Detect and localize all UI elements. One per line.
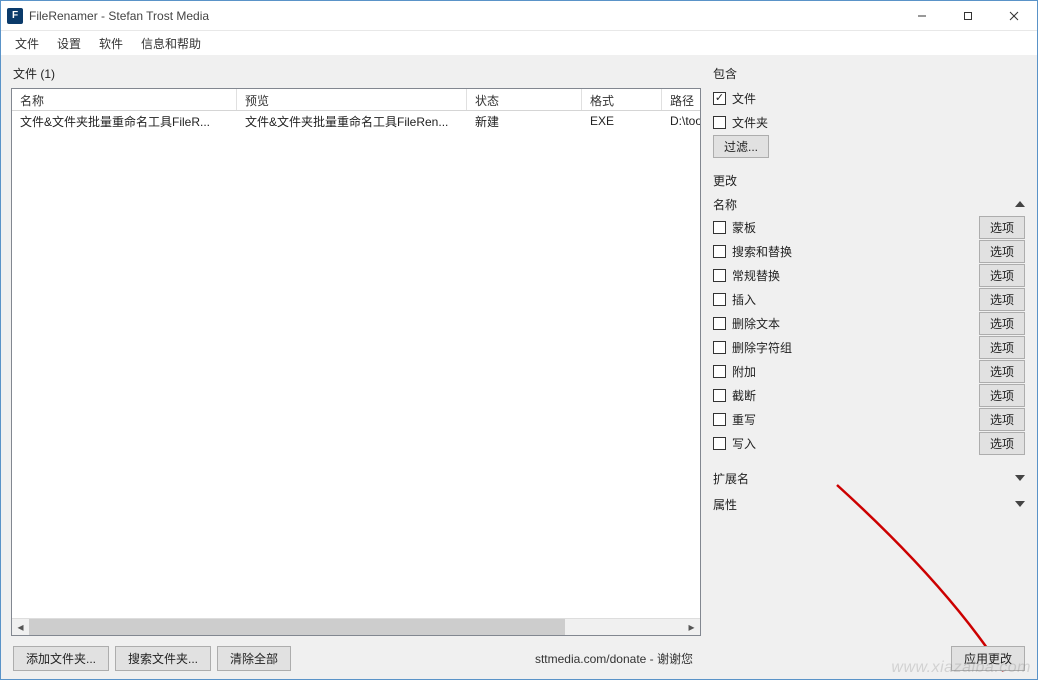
clear-all-button[interactable]: 清除全部	[217, 646, 291, 671]
caret-down-icon	[1015, 475, 1025, 481]
change-item-label: 重写	[732, 411, 756, 428]
ext-section-row[interactable]: 扩展名	[713, 467, 1025, 489]
cell-name: 文件&文件夹批量重命名工具FileR...	[12, 111, 237, 132]
include-folders-row: 文件夹	[713, 110, 1025, 134]
apply-changes-button[interactable]: 应用更改	[951, 646, 1025, 671]
minimize-button[interactable]	[899, 1, 945, 30]
change-item-checkbox[interactable]	[713, 365, 726, 378]
change-item-label: 附加	[732, 363, 756, 380]
add-folder-button[interactable]: 添加文件夹...	[13, 646, 109, 671]
change-item-row: 写入 选项	[713, 431, 1025, 455]
app-icon: F	[7, 8, 23, 24]
change-item-row: 插入 选项	[713, 287, 1025, 311]
scroll-right-icon[interactable]: ▸	[683, 619, 700, 636]
scroll-left-icon[interactable]: ◂	[12, 619, 29, 636]
change-item-option-button[interactable]: 选项	[979, 264, 1025, 287]
menu-software[interactable]: 软件	[91, 33, 131, 54]
include-files-label: 文件	[732, 90, 756, 107]
filter-button[interactable]: 过滤...	[713, 135, 769, 158]
cell-status: 新建	[467, 111, 582, 132]
change-item-label: 搜索和替换	[732, 243, 792, 260]
change-item-label: 删除字符组	[732, 339, 792, 356]
close-button[interactable]	[991, 1, 1037, 30]
change-item-checkbox[interactable]	[713, 221, 726, 234]
change-item-label: 删除文本	[732, 315, 780, 332]
caret-up-icon	[1015, 201, 1025, 207]
change-item-row: 搜索和替换 选项	[713, 239, 1025, 263]
change-item-row: 截断 选项	[713, 383, 1025, 407]
change-item-checkbox[interactable]	[713, 341, 726, 354]
menu-file[interactable]: 文件	[7, 33, 47, 54]
menu-settings[interactable]: 设置	[49, 33, 89, 54]
cell-preview: 文件&文件夹批量重命名工具FileRen...	[237, 111, 467, 132]
col-header-preview[interactable]: 预览	[237, 89, 467, 110]
search-folder-button[interactable]: 搜索文件夹...	[115, 646, 211, 671]
titlebar: F FileRenamer - Stefan Trost Media	[1, 1, 1037, 31]
change-item-label: 截断	[732, 387, 756, 404]
col-header-path[interactable]: 路径	[662, 89, 701, 110]
include-folders-checkbox[interactable]	[713, 116, 726, 129]
col-header-status[interactable]: 状态	[467, 89, 582, 110]
maximize-button[interactable]	[945, 1, 991, 30]
name-section-row[interactable]: 名称	[713, 193, 1025, 215]
change-item-row: 蒙板 选项	[713, 215, 1025, 239]
include-files-checkbox[interactable]	[713, 92, 726, 105]
file-table: 名称 预览 状态 格式 路径 文件&文件夹批量重命名工具FileR... 文件&…	[11, 88, 701, 636]
table-body: 文件&文件夹批量重命名工具FileR... 文件&文件夹批量重命名工具FileR…	[12, 111, 700, 618]
file-count-label: 文件 (1)	[11, 63, 701, 88]
col-header-format[interactable]: 格式	[582, 89, 662, 110]
app-window: F FileRenamer - Stefan Trost Media 文件 设置…	[0, 0, 1038, 680]
change-item-label: 蒙板	[732, 219, 756, 236]
include-files-row: 文件	[713, 86, 1025, 110]
change-item-row: 删除文本 选项	[713, 311, 1025, 335]
change-item-option-button[interactable]: 选项	[979, 288, 1025, 311]
attr-section-label: 属性	[713, 496, 737, 513]
donate-text: sttmedia.com/donate - 谢谢您	[535, 650, 699, 667]
menu-help[interactable]: 信息和帮助	[133, 33, 209, 54]
change-item-checkbox[interactable]	[713, 293, 726, 306]
window-controls	[899, 1, 1037, 30]
change-item-option-button[interactable]: 选项	[979, 432, 1025, 455]
change-item-option-button[interactable]: 选项	[979, 312, 1025, 335]
caret-down-icon	[1015, 501, 1025, 507]
change-item-checkbox[interactable]	[713, 317, 726, 330]
cell-path: D:\too	[662, 112, 700, 130]
menubar: 文件 设置 软件 信息和帮助	[1, 31, 1037, 55]
change-item-checkbox[interactable]	[713, 437, 726, 450]
change-item-checkbox[interactable]	[713, 413, 726, 426]
change-item-option-button[interactable]: 选项	[979, 384, 1025, 407]
change-item-checkbox[interactable]	[713, 389, 726, 402]
change-item-row: 常规替换 选项	[713, 263, 1025, 287]
change-item-option-button[interactable]: 选项	[979, 408, 1025, 431]
include-title: 包含	[713, 63, 1025, 86]
change-item-checkbox[interactable]	[713, 245, 726, 258]
include-folders-label: 文件夹	[732, 114, 768, 131]
change-item-option-button[interactable]: 选项	[979, 336, 1025, 359]
window-title: FileRenamer - Stefan Trost Media	[29, 9, 209, 23]
change-item-row: 附加 选项	[713, 359, 1025, 383]
col-header-name[interactable]: 名称	[12, 89, 237, 110]
scroll-thumb[interactable]	[29, 619, 565, 636]
name-section-label: 名称	[713, 196, 737, 213]
change-item-option-button[interactable]: 选项	[979, 216, 1025, 239]
change-item-row: 重写 选项	[713, 407, 1025, 431]
ext-section-label: 扩展名	[713, 470, 749, 487]
change-item-option-button[interactable]: 选项	[979, 240, 1025, 263]
right-pane: 包含 文件 文件夹 过滤... 更改 名称 蒙板选项搜索和替换选项常规替换选项插…	[707, 55, 1037, 679]
change-item-label: 写入	[732, 435, 756, 452]
table-row[interactable]: 文件&文件夹批量重命名工具FileR... 文件&文件夹批量重命名工具FileR…	[12, 111, 700, 131]
cell-format: EXE	[582, 112, 662, 130]
content-area: 文件 (1) 名称 预览 状态 格式 路径 文件&文件夹批量重命名工具FileR…	[1, 55, 1037, 679]
left-pane: 文件 (1) 名称 预览 状态 格式 路径 文件&文件夹批量重命名工具FileR…	[1, 55, 707, 679]
change-item-checkbox[interactable]	[713, 269, 726, 282]
change-item-option-button[interactable]: 选项	[979, 360, 1025, 383]
bottom-toolbar: 添加文件夹... 搜索文件夹... 清除全部 sttmedia.com/dona…	[11, 636, 701, 671]
change-item-label: 常规替换	[732, 267, 780, 284]
horizontal-scrollbar[interactable]: ◂ ▸	[12, 618, 700, 635]
change-title: 更改	[713, 170, 1025, 193]
table-header: 名称 预览 状态 格式 路径	[12, 89, 700, 111]
change-item-row: 删除字符组 选项	[713, 335, 1025, 359]
attr-section-row[interactable]: 属性	[713, 493, 1025, 515]
change-item-label: 插入	[732, 291, 756, 308]
